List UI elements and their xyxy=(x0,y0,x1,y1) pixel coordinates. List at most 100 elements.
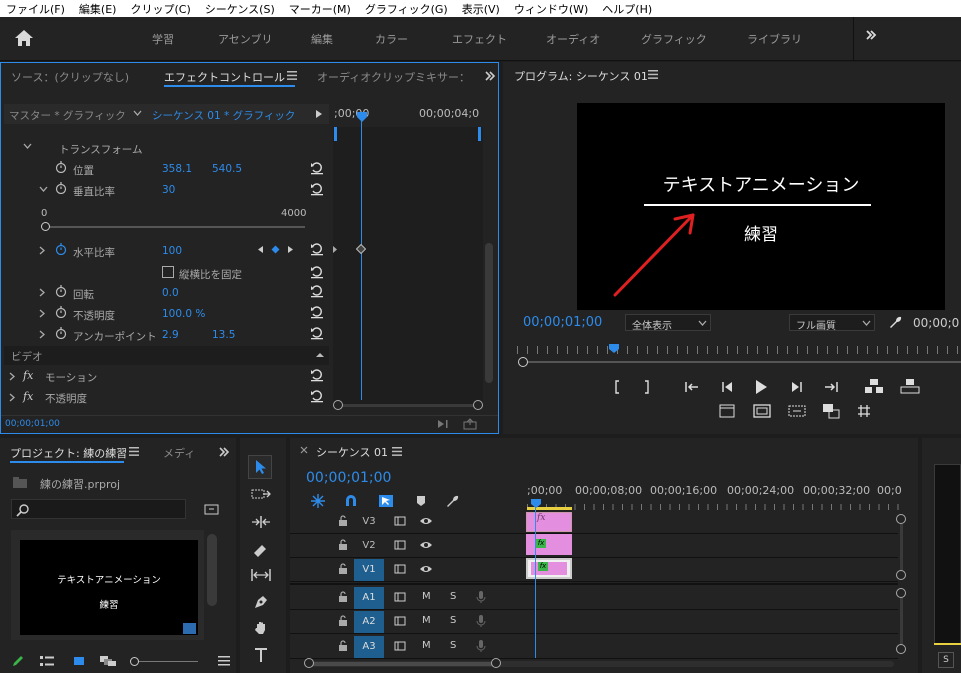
slider-thumb[interactable] xyxy=(40,222,50,231)
go-to-out-icon[interactable] xyxy=(823,380,839,394)
position-x-value[interactable]: 358.1 xyxy=(162,163,192,175)
new-bin-icon[interactable] xyxy=(204,502,220,516)
master-clip-label[interactable]: マスター * グラフィック xyxy=(9,108,126,123)
hand-tool-icon[interactable] xyxy=(253,620,269,636)
overwrite-icon[interactable] xyxy=(822,403,840,419)
solo-button[interactable]: S xyxy=(938,652,954,668)
quality-dropdown[interactable]: フル画質 xyxy=(789,314,875,332)
scroll-handle-right[interactable] xyxy=(473,400,483,410)
ripple-edit-tool-icon[interactable] xyxy=(251,515,271,529)
chevron-right-icon[interactable] xyxy=(9,372,15,381)
marker-icon[interactable] xyxy=(719,404,735,418)
footer-timecode[interactable]: 00;00;01;00 xyxy=(5,419,60,429)
chevron-right-icon[interactable] xyxy=(39,309,45,318)
sync-lock-icon[interactable] xyxy=(394,540,406,550)
workspace-tab[interactable]: 編集 xyxy=(311,31,333,47)
keyframe-marker-icon[interactable] xyxy=(332,245,338,254)
keyframe-icon[interactable] xyxy=(356,244,366,254)
razor-tool-icon[interactable] xyxy=(252,541,268,557)
close-icon[interactable] xyxy=(300,446,308,454)
menu-item[interactable]: ヘルプ(H) xyxy=(596,1,660,17)
stopwatch-icon[interactable] xyxy=(55,327,67,339)
zoom-dropdown[interactable]: 全体表示 xyxy=(625,314,711,332)
vertical-scale-value[interactable]: 30 xyxy=(162,184,175,196)
workspace-tab[interactable]: エフェクト xyxy=(452,31,507,47)
chevron-down-icon[interactable] xyxy=(133,110,142,116)
play-icon[interactable] xyxy=(754,379,768,395)
track-name[interactable]: V2 xyxy=(354,535,384,557)
stopwatch-icon[interactable] xyxy=(55,306,67,318)
slip-tool-icon[interactable] xyxy=(250,568,272,582)
stopwatch-icon[interactable] xyxy=(55,161,67,173)
vscroll-handle-top[interactable] xyxy=(896,514,906,524)
safe-margins-icon[interactable] xyxy=(753,404,771,418)
eye-icon[interactable] xyxy=(419,564,433,574)
workspace-tab[interactable]: オーディオ xyxy=(546,31,600,47)
mute-button[interactable]: M xyxy=(422,591,431,602)
mute-button[interactable]: M xyxy=(422,640,431,651)
next-keyframe-icon[interactable] xyxy=(287,245,294,254)
menu-item[interactable]: 表示(V) xyxy=(456,1,508,17)
slider-thumb[interactable] xyxy=(130,657,139,666)
reset-icon[interactable] xyxy=(310,368,324,382)
program-video-frame[interactable]: テキストアニメーション 練習 xyxy=(577,103,945,310)
ec-playhead-line[interactable] xyxy=(361,120,362,400)
extract-icon[interactable] xyxy=(900,378,920,394)
reset-icon[interactable] xyxy=(310,182,324,196)
pen-tool-icon[interactable] xyxy=(253,594,269,610)
prev-keyframe-icon[interactable] xyxy=(257,245,264,254)
horizontal-scrollbar[interactable] xyxy=(335,404,481,407)
menu-item[interactable]: ファイル(F) xyxy=(0,1,73,17)
workspace-tab[interactable]: グラフィック xyxy=(641,31,707,47)
list-view-icon[interactable] xyxy=(39,655,55,667)
stopwatch-icon[interactable] xyxy=(55,182,67,194)
workspace-tab[interactable]: アセンブリ xyxy=(218,31,272,47)
sync-lock-icon[interactable] xyxy=(394,616,406,626)
panel-menu-icon[interactable] xyxy=(287,71,297,80)
mark-in-icon[interactable] xyxy=(613,380,621,394)
home-icon[interactable] xyxy=(14,29,36,49)
insert-icon[interactable] xyxy=(788,404,806,418)
step-back-icon[interactable] xyxy=(720,380,734,394)
microphone-icon[interactable] xyxy=(476,639,486,653)
opacity-value[interactable]: 100.0 % xyxy=(162,308,205,320)
vertical-scrollbar[interactable] xyxy=(485,243,493,383)
fx-icon[interactable]: fx xyxy=(23,390,33,403)
thumbnail-size-slider[interactable] xyxy=(134,661,198,662)
scroll-handle-left[interactable] xyxy=(333,400,343,410)
audio-vscroll-bottom[interactable] xyxy=(896,644,906,654)
mute-button[interactable]: M xyxy=(422,615,431,626)
hscroll-handle-left[interactable] xyxy=(304,658,314,668)
mark-out-icon[interactable] xyxy=(643,380,651,394)
export-icon[interactable] xyxy=(463,418,477,430)
pencil-icon[interactable] xyxy=(11,654,25,668)
ec-keyframe-area[interactable] xyxy=(333,127,483,407)
panel-menu-icon[interactable] xyxy=(218,655,230,667)
chevron-down-icon[interactable] xyxy=(39,186,48,192)
workspace-tab[interactable]: ライブラリ xyxy=(747,31,802,47)
vertical-scale-slider[interactable] xyxy=(43,226,305,228)
hscroll-handle-right[interactable] xyxy=(491,658,501,668)
vscroll-handle-bottom[interactable] xyxy=(896,570,906,580)
clip-v1-selected[interactable]: fx xyxy=(526,558,572,579)
lift-icon[interactable] xyxy=(864,378,884,394)
snapshot-icon[interactable] xyxy=(857,404,873,418)
add-keyframe-icon[interactable] xyxy=(271,245,280,254)
chevron-right-icon[interactable] xyxy=(39,330,45,339)
menu-item[interactable]: クリップ(C) xyxy=(124,1,198,17)
icon-view-icon[interactable] xyxy=(73,655,85,667)
reset-icon[interactable] xyxy=(310,305,324,319)
menu-item[interactable]: マーカー(M) xyxy=(283,1,359,17)
sync-lock-icon[interactable] xyxy=(394,564,406,574)
tab-source[interactable]: ソース：(クリップなし) xyxy=(11,69,129,85)
lock-icon[interactable] xyxy=(338,640,348,652)
linked-selection-icon[interactable] xyxy=(378,494,394,508)
clip-v3[interactable]: fx xyxy=(526,512,572,532)
timeline-settings-wrench-icon[interactable] xyxy=(446,494,460,508)
clip-v2[interactable]: fx xyxy=(526,534,572,555)
timeline-ruler[interactable]: ;00;00 00;00;08;00 00;00;16;00 00;00;24;00 0… xyxy=(527,482,902,512)
eye-icon[interactable] xyxy=(419,540,433,550)
panel-menu-icon[interactable] xyxy=(392,447,402,456)
track-name[interactable]: V3 xyxy=(354,511,384,533)
reset-icon[interactable] xyxy=(310,284,324,298)
